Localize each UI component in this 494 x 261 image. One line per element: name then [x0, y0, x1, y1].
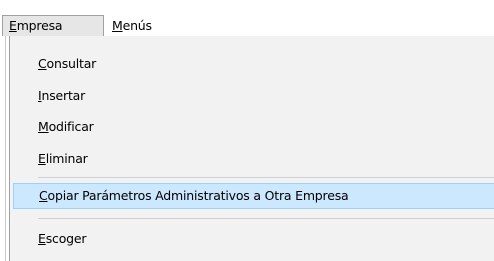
menu-menus-mnemonic: M	[112, 18, 123, 33]
menu-item-insertar[interactable]: Insertar	[10, 83, 494, 109]
menu-item-label: onsultar	[46, 56, 97, 71]
menu-item-label: scoger	[45, 231, 87, 246]
menu-empresa-mnemonic: E	[9, 18, 17, 33]
menu-item-label: liminar	[45, 151, 88, 166]
menu-item-label: opiar Parámetros Administrativos a Otra …	[47, 188, 349, 203]
menu-item-eliminar[interactable]: Eliminar	[10, 146, 494, 172]
menu-item-label: odificar	[48, 119, 94, 134]
menu-item-copiar-parametros[interactable]: Copiar Parámetros Administrativos a Otra…	[13, 183, 494, 209]
menu-item-mnemonic: M	[38, 119, 49, 134]
menu-item-label: nsertar	[41, 88, 86, 103]
menu-empresa[interactable]: Empresa	[2, 15, 104, 36]
menu-separator	[38, 218, 494, 219]
menu-item-mnemonic: C	[38, 56, 47, 71]
menu-menus-label: enús	[122, 18, 152, 33]
menu-item-mnemonic: C	[39, 188, 48, 203]
menu-bar: Empresa Menús	[0, 15, 494, 36]
menu-item-mnemonic: E	[38, 231, 46, 246]
menu-item-escoger[interactable]: Escoger	[10, 226, 494, 252]
menu-empresa-label: mpresa	[16, 18, 63, 33]
menu-item-modificar[interactable]: Modificar	[10, 114, 494, 140]
menu-menus[interactable]: Menús	[106, 15, 172, 36]
menu-separator	[38, 177, 494, 178]
empresa-dropdown-menu: Consultar Insertar Modificar Eliminar Co…	[9, 36, 494, 261]
window-edge	[5, 36, 6, 261]
menu-item-mnemonic: E	[38, 151, 46, 166]
menu-item-consultar[interactable]: Consultar	[10, 51, 494, 77]
